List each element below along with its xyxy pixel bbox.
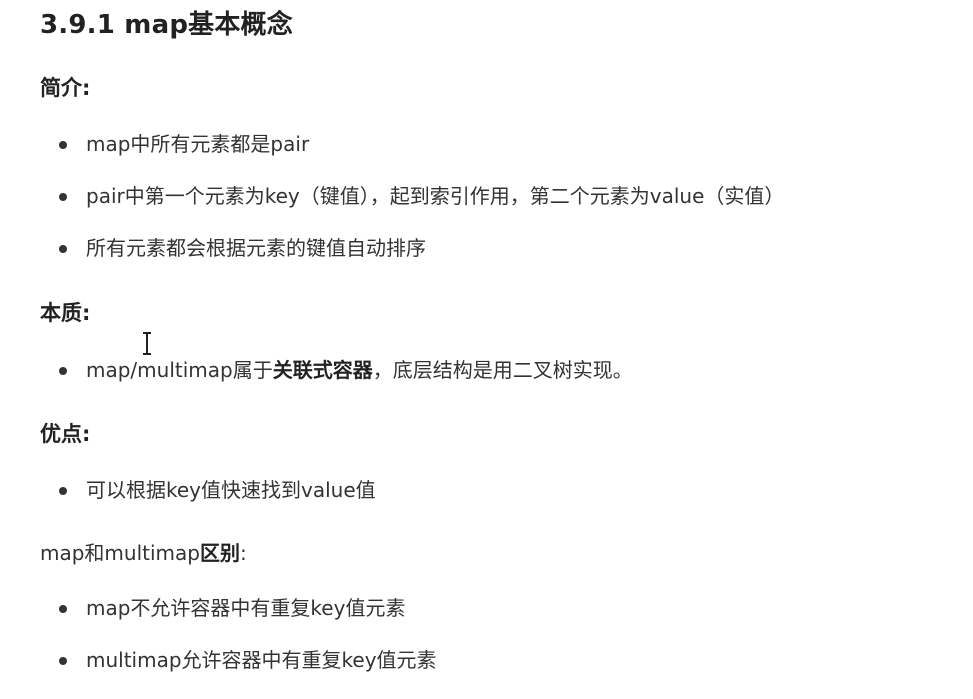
list-item: map中所有元素都是pair bbox=[40, 118, 784, 170]
bullet-icon bbox=[59, 141, 67, 149]
intro-heading: 简介: bbox=[40, 76, 91, 100]
list-item: 可以根据key值快速找到value值 bbox=[40, 464, 376, 516]
list-item: multimap允许容器中有重复key值元素 bbox=[40, 634, 437, 686]
advantage-heading: 优点: bbox=[40, 422, 91, 446]
list-item: map/multimap属于关联式容器，底层结构是用二叉树实现。 bbox=[40, 344, 633, 396]
bullet-icon bbox=[59, 487, 67, 495]
difference-list: map不允许容器中有重复key值元素 multimap允许容器中有重复key值元… bbox=[40, 582, 437, 686]
essence-list: map/multimap属于关联式容器，底层结构是用二叉树实现。 bbox=[40, 344, 633, 396]
text-cursor-icon bbox=[143, 331, 151, 355]
list-item: 所有元素都会根据元素的键值自动排序 bbox=[40, 222, 784, 274]
difference-heading: map和multimap区别: bbox=[40, 541, 247, 565]
bullet-icon bbox=[59, 245, 67, 253]
list-item: pair中第一个元素为key（键值），起到索引作用，第二个元素为value（实值… bbox=[40, 170, 784, 222]
bullet-icon bbox=[59, 605, 67, 613]
list-item: map不允许容器中有重复key值元素 bbox=[40, 582, 437, 634]
page-title: 3.9.1 map基本概念 bbox=[40, 10, 293, 40]
advantage-list: 可以根据key值快速找到value值 bbox=[40, 464, 376, 516]
essence-heading: 本质: bbox=[40, 301, 91, 325]
intro-list: map中所有元素都是pair pair中第一个元素为key（键值），起到索引作用… bbox=[40, 118, 784, 274]
bullet-icon bbox=[59, 193, 67, 201]
bullet-icon bbox=[59, 657, 67, 665]
bullet-icon bbox=[59, 367, 67, 375]
